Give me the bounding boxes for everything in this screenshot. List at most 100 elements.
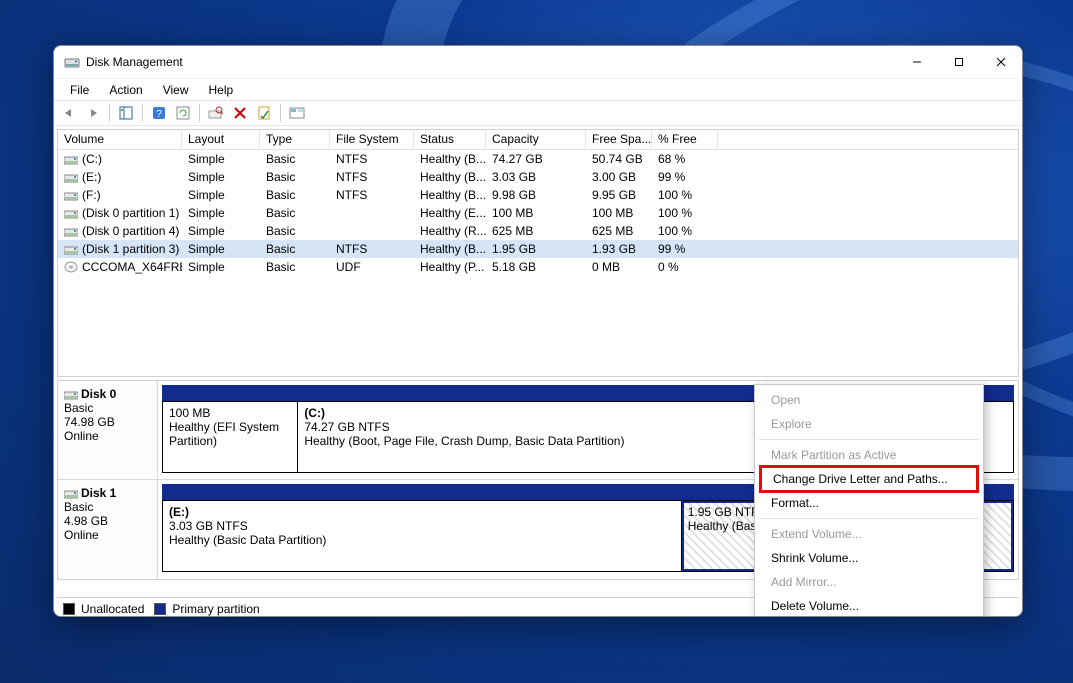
vol-free: 1.93 GB: [586, 242, 652, 256]
volume-row[interactable]: (C:)SimpleBasicNTFSHealthy (B...74.27 GB…: [58, 150, 1018, 168]
col-status[interactable]: Status: [414, 130, 486, 149]
vol-status: Healthy (R...: [414, 224, 486, 238]
primary-swatch: [154, 603, 166, 615]
options-icon[interactable]: [286, 102, 308, 124]
vol-capacity: 74.27 GB: [486, 152, 586, 166]
vol-fs: NTFS: [330, 188, 414, 202]
menu-divider: [759, 439, 979, 440]
col-capacity[interactable]: Capacity: [486, 130, 586, 149]
menubar: File Action View Help: [54, 78, 1022, 100]
volume-header: Volume Layout Type File System Status Ca…: [58, 130, 1018, 150]
disk-info: Disk 0Basic74.98 GBOnline: [58, 381, 158, 479]
volume-row[interactable]: (F:)SimpleBasicNTFSHealthy (B...9.98 GB9…: [58, 186, 1018, 204]
vol-pct: 68 %: [652, 152, 718, 166]
col-volume[interactable]: Volume: [58, 130, 182, 149]
ctx-explore: Explore: [757, 412, 981, 436]
disk-icon: [64, 487, 78, 499]
ctx-add-mirror: Add Mirror...: [757, 570, 981, 594]
volume-row[interactable]: CCCOMA_X64FRE...SimpleBasicUDFHealthy (P…: [58, 258, 1018, 276]
vol-layout: Simple: [182, 206, 260, 220]
vol-capacity: 3.03 GB: [486, 170, 586, 184]
vol-capacity: 625 MB: [486, 224, 586, 238]
vol-free: 625 MB: [586, 224, 652, 238]
vol-free: 9.95 GB: [586, 188, 652, 202]
vol-type: Basic: [260, 242, 330, 256]
menu-file[interactable]: File: [60, 81, 99, 99]
partition-block[interactable]: 100 MBHealthy (EFI System Partition): [162, 401, 298, 473]
close-button[interactable]: [980, 46, 1022, 78]
ctx-change-drive-letter-and-paths[interactable]: Change Drive Letter and Paths...: [759, 465, 979, 493]
help-icon[interactable]: ?: [148, 102, 170, 124]
ctx-format[interactable]: Format...: [757, 491, 981, 515]
volume-list[interactable]: Volume Layout Type File System Status Ca…: [57, 129, 1019, 377]
vol-layout: Simple: [182, 170, 260, 184]
vol-capacity: 5.18 GB: [486, 260, 586, 274]
menu-divider: [759, 518, 979, 519]
maximize-button[interactable]: [938, 46, 980, 78]
vol-free: 0 MB: [586, 260, 652, 274]
drive-icon: [64, 153, 78, 165]
vol-name: (C:): [82, 152, 102, 166]
vol-name: (Disk 1 partition 3): [82, 242, 179, 256]
volume-row[interactable]: (Disk 0 partition 4)SimpleBasicHealthy (…: [58, 222, 1018, 240]
vol-free: 100 MB: [586, 206, 652, 220]
vol-pct: 100 %: [652, 188, 718, 202]
vol-status: Healthy (B...: [414, 152, 486, 166]
col-type[interactable]: Type: [260, 130, 330, 149]
vol-status: Healthy (B...: [414, 242, 486, 256]
vol-fs: NTFS: [330, 170, 414, 184]
vol-pct: 100 %: [652, 206, 718, 220]
ctx-open: Open: [757, 388, 981, 412]
legend-primary: Primary partition: [172, 602, 259, 616]
vol-status: Healthy (E...: [414, 206, 486, 220]
show-hide-tree-icon[interactable]: [115, 102, 137, 124]
vol-name: (F:): [82, 188, 101, 202]
vol-capacity: 1.95 GB: [486, 242, 586, 256]
vol-name: CCCOMA_X64FRE...: [82, 260, 182, 274]
vol-layout: Simple: [182, 224, 260, 238]
forward-icon[interactable]: [82, 102, 104, 124]
ctx-shrink-volume[interactable]: Shrink Volume...: [757, 546, 981, 570]
delete-icon[interactable]: [229, 102, 251, 124]
window-title: Disk Management: [86, 55, 183, 69]
ctx-delete-volume[interactable]: Delete Volume...: [757, 594, 981, 617]
refresh-icon[interactable]: [172, 102, 194, 124]
ctx-extend-volume: Extend Volume...: [757, 522, 981, 546]
vol-type: Basic: [260, 188, 330, 202]
drive-icon: [64, 171, 78, 183]
toolbar: ?: [54, 100, 1022, 126]
volume-row[interactable]: (Disk 1 partition 3)SimpleBasicNTFSHealt…: [58, 240, 1018, 258]
volume-row[interactable]: (Disk 0 partition 1)SimpleBasicHealthy (…: [58, 204, 1018, 222]
vol-fs: UDF: [330, 260, 414, 274]
menu-help[interactable]: Help: [199, 81, 244, 99]
vol-type: Basic: [260, 260, 330, 274]
partition-block[interactable]: (E:)3.03 GB NTFSHealthy (Basic Data Part…: [162, 500, 682, 572]
vol-name: (Disk 0 partition 4): [82, 224, 179, 238]
vol-name: (Disk 0 partition 1): [82, 206, 179, 220]
drive-icon: [64, 243, 78, 255]
col-fs[interactable]: File System: [330, 130, 414, 149]
ctx-mark-partition-as-active: Mark Partition as Active: [757, 443, 981, 467]
col-layout[interactable]: Layout: [182, 130, 260, 149]
vol-type: Basic: [260, 170, 330, 184]
disk-info: Disk 1Basic4.98 GBOnline: [58, 480, 158, 579]
vol-pct: 99 %: [652, 170, 718, 184]
drive-action-icon[interactable]: [205, 102, 227, 124]
volume-row[interactable]: (E:)SimpleBasicNTFSHealthy (B...3.03 GB3…: [58, 168, 1018, 186]
col-pct[interactable]: % Free: [652, 130, 718, 149]
vol-layout: Simple: [182, 152, 260, 166]
drive-icon: [64, 225, 78, 237]
unallocated-swatch: [63, 603, 75, 615]
col-free[interactable]: Free Spa...: [586, 130, 652, 149]
vol-pct: 100 %: [652, 224, 718, 238]
content-area: Volume Layout Type File System Status Ca…: [54, 129, 1022, 617]
vol-status: Healthy (P...: [414, 260, 486, 274]
minimize-button[interactable]: [896, 46, 938, 78]
app-icon: [64, 54, 80, 70]
menu-view[interactable]: View: [153, 81, 199, 99]
properties-icon[interactable]: [253, 102, 275, 124]
back-icon[interactable]: [58, 102, 80, 124]
disc-icon: [64, 261, 78, 273]
menu-action[interactable]: Action: [99, 81, 152, 99]
vol-name: (E:): [82, 170, 101, 184]
